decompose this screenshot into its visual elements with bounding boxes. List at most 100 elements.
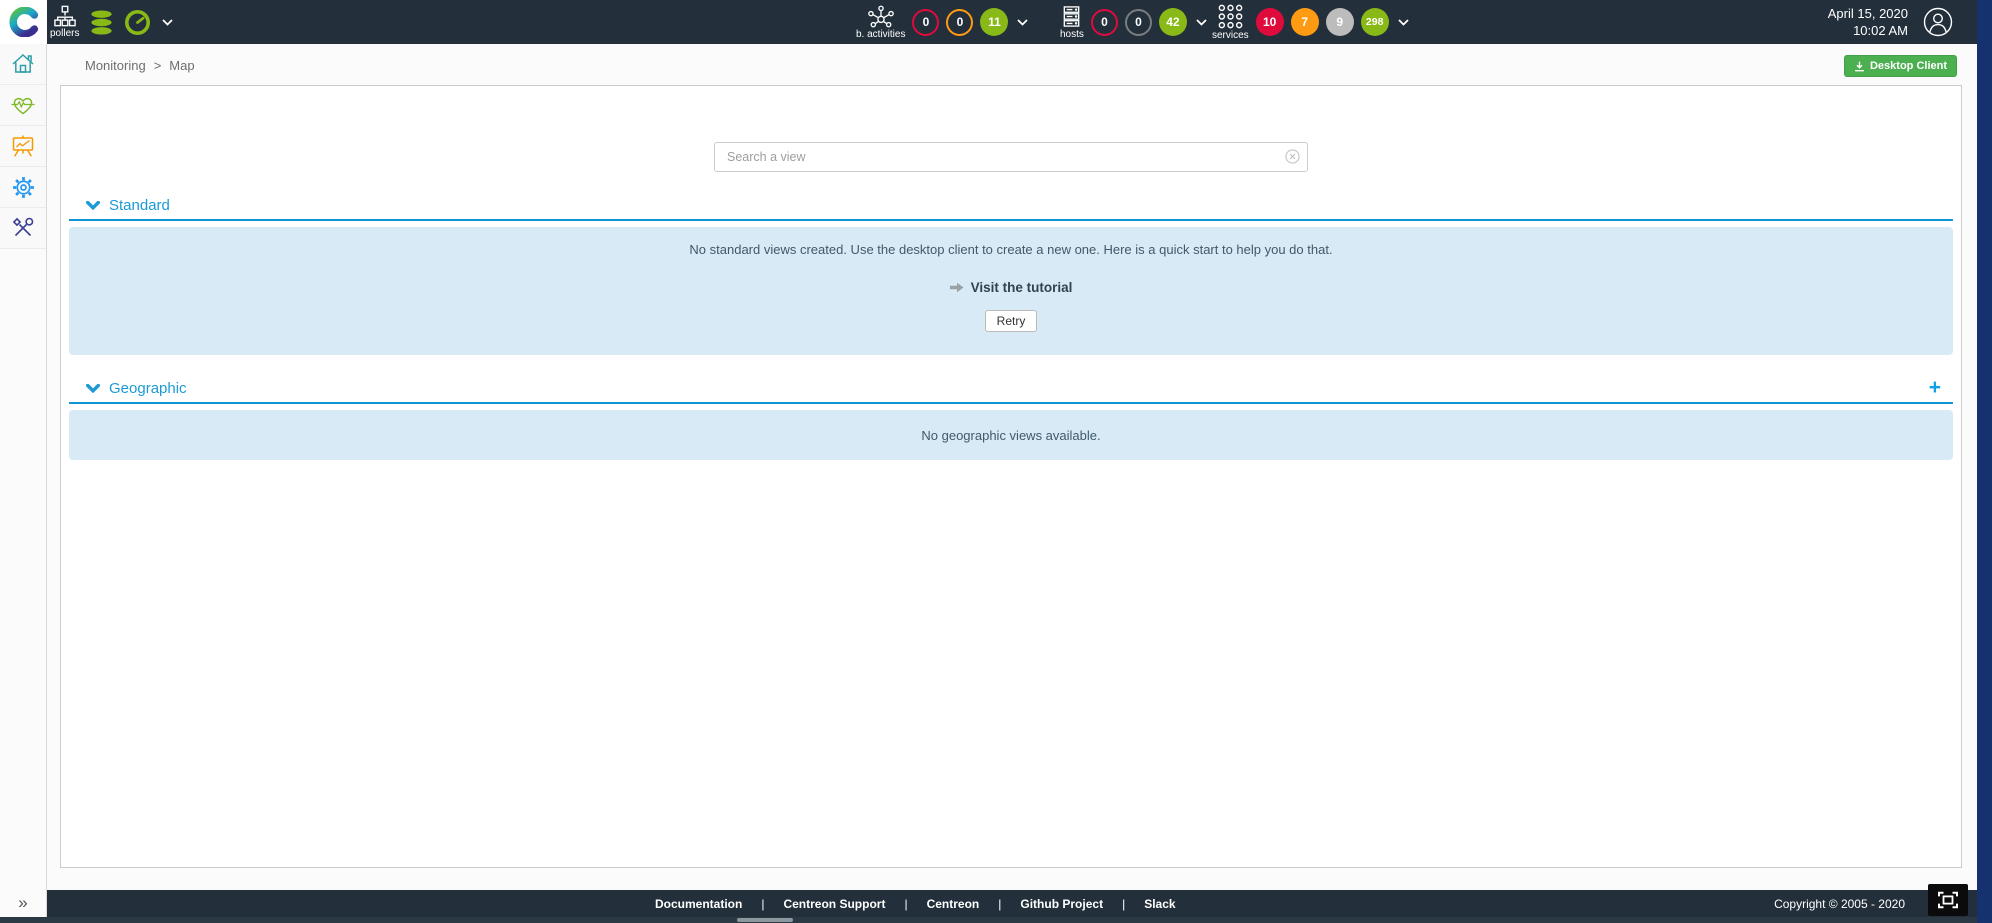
tutorial-link-label: Visit the tutorial (971, 280, 1073, 295)
hosts-chevron-down-icon[interactable] (1194, 17, 1209, 28)
sidebar-item-administration[interactable] (0, 208, 46, 249)
sidebar-item-configuration[interactable] (0, 167, 46, 208)
services-ok-badge[interactable]: 298 (1361, 8, 1389, 36)
services-icon (1218, 4, 1243, 29)
centreon-logo-icon (9, 7, 39, 37)
copyright: Copyright © 2005 - 2020 (1774, 890, 1905, 917)
breadcrumb-current: Map (169, 58, 194, 73)
pollers-icon (54, 5, 76, 27)
services-menu[interactable]: services (1212, 0, 1249, 44)
window-edge-strip (1977, 0, 1992, 923)
business-activities-label: b. activities (856, 29, 905, 40)
services-group: services 10 7 9 298 (1212, 0, 1411, 44)
fullscreen-icon (1937, 891, 1959, 909)
tutorial-link[interactable]: Visit the tutorial (69, 280, 1953, 295)
business-activities-icon (867, 5, 895, 28)
home-icon (10, 51, 36, 77)
standard-empty-message: No standard views created. Use the deskt… (69, 242, 1953, 257)
geographic-section-title[interactable]: Geographic (109, 380, 187, 397)
services-critical-badge[interactable]: 10 (1256, 8, 1284, 36)
clock-time: 10:02 AM (1828, 22, 1908, 39)
add-geographic-view-button[interactable]: + (1923, 377, 1953, 399)
standard-collapse-chevron-icon[interactable] (86, 201, 100, 210)
footer-separator: | (1122, 897, 1125, 911)
geographic-section-header: Geographic + (69, 377, 1953, 399)
pollers-menu[interactable]: pollers (50, 0, 79, 44)
main-content: Monitoring > Map Desktop Client (47, 44, 1977, 890)
desktop-client-label: Desktop Client (1870, 60, 1947, 72)
standard-section-header: Standard (69, 194, 1953, 216)
business-activities-group: b. activities 0 0 11 (856, 0, 1030, 44)
arrow-right-icon (950, 282, 964, 293)
download-icon (1854, 61, 1865, 72)
horizontal-scrollbar[interactable] (0, 917, 1977, 923)
hosts-icon (1060, 5, 1083, 28)
standard-section-title[interactable]: Standard (109, 197, 170, 214)
sidebar-item-home[interactable] (0, 44, 46, 85)
services-chevron-down-icon[interactable] (1396, 17, 1411, 28)
standard-empty-box: No standard views created. Use the deskt… (69, 227, 1953, 355)
breadcrumb-monitoring[interactable]: Monitoring (85, 58, 146, 73)
hosts-down-badge[interactable]: 0 (1091, 9, 1118, 36)
clock-date: April 15, 2020 (1828, 5, 1908, 22)
footer-link-centreon-support[interactable]: Centreon Support (783, 897, 885, 911)
standard-section: Standard No standard views created. Use … (69, 194, 1953, 355)
heartbeat-icon (10, 92, 36, 118)
footer-links: Documentation | Centreon Support | Centr… (655, 890, 1176, 917)
hosts-up-badge[interactable]: 42 (1159, 8, 1187, 36)
sidebar-item-map[interactable] (0, 126, 46, 167)
clear-circle-icon (1285, 149, 1300, 164)
footer-separator: | (998, 897, 1001, 911)
fullscreen-button[interactable] (1928, 884, 1968, 916)
ba-chevron-down-icon[interactable] (1015, 17, 1030, 28)
footer-separator: | (904, 897, 907, 911)
footer-link-centreon[interactable]: Centreon (927, 897, 980, 911)
services-warning-badge[interactable]: 7 (1291, 8, 1319, 36)
user-menu-button[interactable] (1923, 7, 1953, 37)
geographic-empty-message: No geographic views available. (921, 428, 1100, 443)
retry-button[interactable]: Retry (985, 310, 1038, 332)
geographic-section-rule (69, 402, 1953, 404)
hosts-unreachable-badge[interactable]: 0 (1125, 9, 1152, 36)
views-panel: Standard No standard views created. Use … (60, 85, 1962, 868)
breadcrumb: Monitoring > Map (85, 58, 195, 73)
wrench-icon (10, 215, 36, 241)
services-label: services (1212, 30, 1249, 41)
desktop-client-button[interactable]: Desktop Client (1844, 55, 1957, 77)
database-icon[interactable] (88, 9, 115, 36)
horizontal-scrollbar-thumb[interactable] (737, 918, 793, 922)
pollers-chevron-down-icon[interactable] (160, 17, 175, 28)
gear-icon (11, 175, 36, 200)
top-bar: pollers b. activities (0, 0, 1992, 44)
user-icon (1923, 7, 1953, 37)
geographic-empty-box: No geographic views available. (69, 410, 1953, 460)
hosts-label: hosts (1060, 29, 1084, 40)
sidebar-item-monitoring[interactable] (0, 85, 46, 126)
footer-link-github-project[interactable]: Github Project (1020, 897, 1103, 911)
sidebar: » (0, 44, 47, 917)
ba-ok-badge[interactable]: 11 (980, 8, 1008, 36)
centreon-logo[interactable] (0, 0, 47, 44)
search-clear-button[interactable] (1285, 149, 1300, 164)
footer-link-documentation[interactable]: Documentation (655, 897, 742, 911)
search-container (714, 142, 1308, 172)
geographic-collapse-chevron-icon[interactable] (86, 384, 100, 393)
pollers-group: pollers (50, 0, 175, 44)
hosts-group: hosts 0 0 42 (1060, 0, 1209, 44)
pollers-label: pollers (50, 28, 79, 39)
footer-separator: | (761, 897, 764, 911)
standard-section-rule (69, 219, 1953, 221)
hosts-menu[interactable]: hosts (1060, 0, 1084, 44)
footer-link-slack[interactable]: Slack (1144, 897, 1175, 911)
latency-gauge-icon[interactable] (124, 9, 151, 36)
search-input[interactable] (714, 142, 1308, 172)
presentation-chart-icon (10, 133, 36, 159)
business-activities-menu[interactable]: b. activities (856, 0, 905, 44)
ba-warning-badge[interactable]: 0 (946, 9, 973, 36)
sidebar-expand-button[interactable]: » (0, 891, 46, 915)
clock: April 15, 2020 10:02 AM (1828, 5, 1908, 39)
services-unknown-badge[interactable]: 9 (1326, 8, 1354, 36)
breadcrumb-separator: > (154, 58, 162, 73)
geographic-section: Geographic + No geographic views availab… (69, 377, 1953, 460)
ba-critical-badge[interactable]: 0 (912, 9, 939, 36)
